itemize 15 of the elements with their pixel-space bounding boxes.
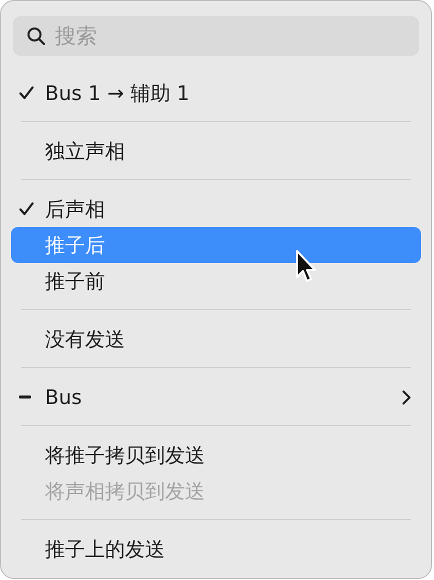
- menu-item[interactable]: 将推子拷贝到发送: [11, 437, 421, 473]
- menu-item[interactable]: 推子上的发送: [11, 531, 421, 567]
- menu-item[interactable]: 没有发送: [11, 321, 421, 357]
- checkmark-icon: [19, 86, 34, 100]
- checkmark-icon: [19, 202, 34, 216]
- menu-item[interactable]: 独立声相: [11, 133, 421, 169]
- dash-icon: [19, 395, 31, 399]
- menu-item[interactable]: 后声相: [11, 191, 421, 227]
- menu-item[interactable]: Bus 1 → 辅助 1: [11, 75, 421, 111]
- chevron-right-icon: [402, 390, 411, 404]
- menu-item[interactable]: Bus: [11, 379, 421, 415]
- search-icon: [27, 27, 45, 45]
- menu-item[interactable]: 推子前: [11, 263, 421, 299]
- pointer-cursor-icon: [295, 249, 319, 285]
- search-field[interactable]: 搜索: [13, 16, 419, 56]
